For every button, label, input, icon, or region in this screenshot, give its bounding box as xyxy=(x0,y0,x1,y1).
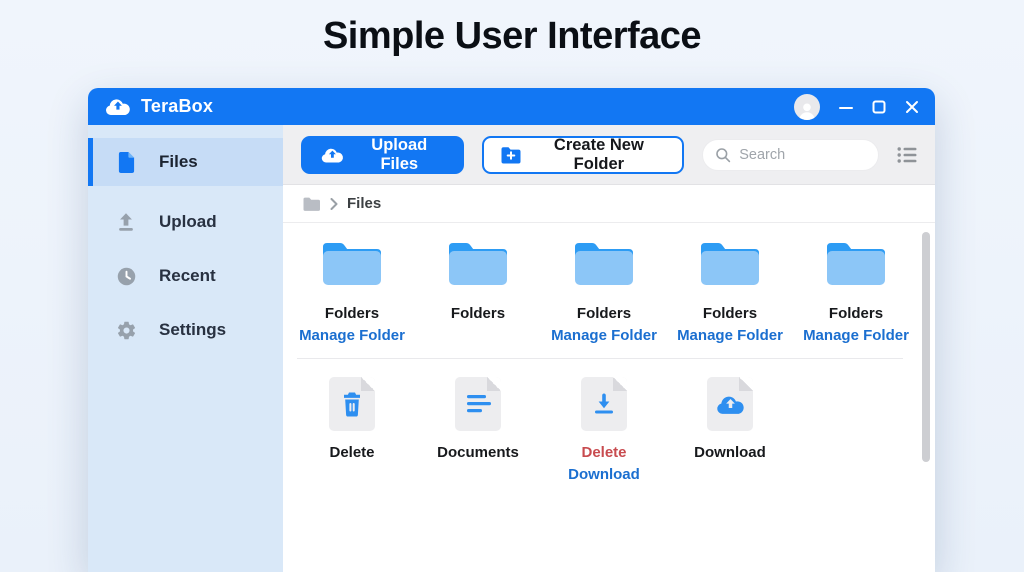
folder-tile[interactable]: Folders Manage Folder xyxy=(793,239,919,345)
file-tile-download[interactable]: Download xyxy=(667,377,793,484)
upload-files-label: Upload Files xyxy=(371,135,428,173)
sidebar-item-settings[interactable]: Settings xyxy=(88,310,283,350)
upload-files-button[interactable]: Upload Files xyxy=(301,135,464,174)
chevron-right-icon xyxy=(330,197,338,210)
file-browser-content: Folders Manage Folder Folders Folders Ma… xyxy=(283,223,935,572)
folder-icon[interactable] xyxy=(302,196,321,212)
breadcrumb-current[interactable]: Files xyxy=(347,195,381,212)
create-new-folder-label: Create New Folder xyxy=(553,135,644,173)
folder-name: Folders xyxy=(702,305,758,322)
cloud-upload-icon xyxy=(707,377,753,431)
file-icon xyxy=(115,151,137,174)
sidebar-item-label: Recent xyxy=(159,266,216,285)
sidebar-item-recent[interactable]: Recent xyxy=(88,256,283,296)
row-divider xyxy=(297,358,903,359)
close-button[interactable] xyxy=(905,100,919,114)
search-box[interactable] xyxy=(702,138,880,171)
sidebar-item-label: Files xyxy=(159,152,198,171)
folder-name: Folders xyxy=(828,305,884,322)
folder-name: Folders xyxy=(576,305,632,322)
manage-folder-link[interactable]: Manage Folder xyxy=(677,327,783,345)
file-tile-documents[interactable]: Documents xyxy=(415,377,541,484)
sidebar-item-label: Settings xyxy=(159,320,227,339)
file-tile-delete[interactable]: Delete xyxy=(289,377,415,484)
file-tile-delete-download[interactable]: Delete Download xyxy=(541,377,667,484)
file-label: Download xyxy=(694,444,766,461)
breadcrumb: Files xyxy=(283,185,935,223)
folder-icon xyxy=(825,239,887,292)
user-avatar[interactable] xyxy=(794,93,820,120)
window-titlebar: TeraBox xyxy=(88,88,935,125)
search-input[interactable] xyxy=(739,146,867,163)
document-lines-icon xyxy=(455,377,501,431)
folder-icon xyxy=(699,239,761,292)
trash-icon xyxy=(329,377,375,431)
file-label: Delete xyxy=(329,444,375,461)
sidebar-item-files[interactable]: Files xyxy=(88,138,283,186)
download-icon xyxy=(581,377,627,431)
app-title: TeraBox xyxy=(141,96,214,116)
terabox-window: TeraBox Files Upload Recent Settings Upl… xyxy=(88,88,935,572)
folders-row: Folders Manage Folder Folders Folders Ma… xyxy=(289,239,923,345)
folder-icon xyxy=(447,239,509,292)
folder-tile[interactable]: Folders xyxy=(415,239,541,345)
sidebar: Files Upload Recent Settings xyxy=(88,125,283,572)
minimize-button[interactable] xyxy=(839,100,853,114)
sidebar-item-label: Upload xyxy=(159,212,217,231)
gear-icon xyxy=(115,320,137,341)
page-title: Simple User Interface xyxy=(322,15,702,57)
list-view-icon[interactable] xyxy=(897,146,917,164)
upload-icon xyxy=(115,211,137,233)
folder-name: Folders xyxy=(450,305,506,322)
file-label-delete[interactable]: Delete xyxy=(581,444,626,462)
files-row: Delete Documents Delete Download Downloa… xyxy=(289,377,923,484)
main-panel: Upload Files Create New Folder Search Fi… xyxy=(283,125,935,572)
file-action-download-link[interactable]: Download xyxy=(568,466,640,484)
cloud-upload-icon xyxy=(320,146,344,164)
manage-folder-link[interactable]: Manage Folder xyxy=(551,327,657,345)
file-label: Documents xyxy=(437,444,519,461)
folder-plus-icon xyxy=(500,146,522,164)
create-new-folder-button[interactable]: Create New Folder xyxy=(481,135,685,174)
terabox-cloud-logo-icon xyxy=(104,96,131,117)
clock-icon xyxy=(115,266,137,287)
folder-icon xyxy=(573,239,635,292)
folder-tile[interactable]: Folders Manage Folder xyxy=(667,239,793,345)
folder-name: Folders xyxy=(324,305,380,322)
sidebar-item-upload[interactable]: Upload xyxy=(88,202,283,242)
vertical-scrollbar[interactable] xyxy=(922,232,930,462)
search-icon xyxy=(715,147,731,163)
folder-tile[interactable]: Folders Manage Folder xyxy=(541,239,667,345)
manage-folder-link[interactable]: Manage Folder xyxy=(299,327,405,345)
folder-icon xyxy=(321,239,383,292)
toolbar: Upload Files Create New Folder xyxy=(283,125,935,185)
folder-tile[interactable]: Folders Manage Folder xyxy=(289,239,415,345)
manage-folder-link[interactable]: Manage Folder xyxy=(803,327,909,345)
maximize-button[interactable] xyxy=(872,100,886,114)
